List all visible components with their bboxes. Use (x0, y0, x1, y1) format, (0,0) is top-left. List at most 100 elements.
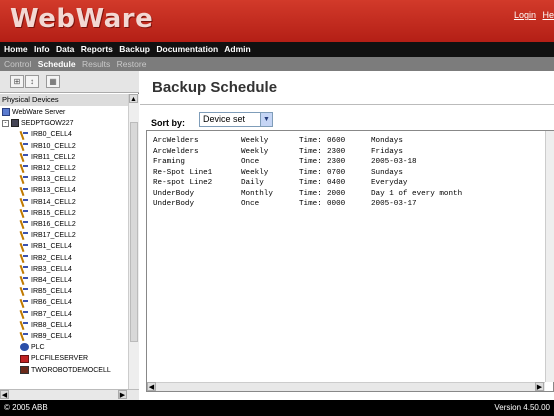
tree-toolbar: ⊞ ↕ ▦ (0, 71, 139, 93)
scroll-left-icon[interactable]: ◀ (0, 390, 9, 399)
schedule-cell-when: Everyday (371, 179, 408, 187)
sort-select[interactable]: Device set ▼ (199, 112, 273, 127)
robot-icon (20, 298, 29, 308)
tree-node-label: IRB17_CELL2 (31, 232, 76, 240)
collapse-icon[interactable]: ↕ (25, 75, 39, 88)
robot-icon (20, 331, 29, 341)
tree-node-robot[interactable]: IRB14_CELL2 (20, 197, 76, 208)
tree-node-robot[interactable]: IRB11_CELL2 (20, 152, 75, 163)
robot-icon (20, 309, 29, 319)
menu-home[interactable]: Home (4, 44, 28, 54)
tree-node-robot[interactable]: IRB4_CELL4 (20, 275, 72, 286)
grid-view-icon[interactable]: ▦ (46, 75, 60, 88)
schedule-cell-name: Re-Spot Line1 (153, 168, 213, 177)
app-header: WebWare Login Hel (0, 0, 554, 42)
tree-node-label: IRB10_CELL2 (31, 142, 76, 150)
tree-node-station[interactable]: - SEDPTGOW227 (2, 118, 74, 129)
menu-info[interactable]: Info (34, 44, 50, 54)
station-icon (11, 119, 19, 128)
robot-icon (20, 320, 29, 330)
schedule-row[interactable]: ArcWelders Weekly Time: 2300 Fridays (153, 147, 543, 157)
tree-node-label: IRB11_CELL2 (31, 153, 76, 161)
robot-icon (20, 219, 29, 229)
page-title: Backup Schedule (152, 79, 278, 96)
submenu-restore[interactable]: Restore (117, 59, 147, 69)
scroll-right-icon[interactable]: ▶ (118, 390, 127, 399)
tree-node-robot[interactable]: IRB9_CELL4 (20, 331, 72, 342)
tree-node-label: IRB7_CELL4 (31, 310, 72, 318)
tree-node-robot[interactable]: IRB7_CELL4 (20, 309, 72, 320)
help-link[interactable]: Hel (542, 10, 554, 20)
tree-node-robot[interactable]: IRB2_CELL4 (20, 253, 72, 264)
sort-select-value: Device set (203, 114, 246, 124)
schedule-cell-when: Mondays (371, 137, 403, 145)
menu-documentation[interactable]: Documentation (156, 44, 218, 54)
tree-node-democell[interactable]: TWOROBOTDEMOCELL (20, 365, 111, 376)
menu-reports[interactable]: Reports (81, 44, 113, 54)
chevron-down-icon[interactable]: ▼ (260, 113, 272, 126)
tree-node-robot[interactable]: IRB12_CELL2 (20, 163, 76, 174)
schedule-cell-time-label: Time: (299, 179, 322, 187)
fileserver-icon (20, 354, 29, 363)
scroll-right-icon[interactable]: ▶ (535, 382, 544, 391)
schedule-cell-name: UnderBody (153, 189, 195, 198)
tree-node-robot[interactable]: IRB6_CELL4 (20, 297, 72, 308)
schedule-cell-time-label: Time: (299, 147, 322, 156)
schedule-list[interactable]: ArcWelders Weekly Time: 0600 Mondays ArcWelde… (146, 130, 554, 392)
tree-node-robot[interactable]: IRB1_CELL4 (20, 241, 72, 252)
tree-vertical-scrollbar[interactable]: ▲ (128, 94, 139, 389)
schedule-cell-when: 2005-03-17 (371, 200, 417, 208)
robot-icon (20, 208, 29, 218)
schedule-row[interactable]: UnderBody Monthly Time: 2000 Day 1 of every … (153, 189, 543, 199)
expand-all-icon[interactable]: ⊞ (10, 75, 24, 88)
scroll-left-icon[interactable]: ◀ (147, 382, 156, 391)
tree-node-plc[interactable]: PLC (20, 342, 45, 353)
schedule-row[interactable]: ArcWelders Weekly Time: 0600 Mondays (153, 136, 543, 146)
tree-node-label: SEDPTGOW227 (21, 120, 74, 128)
tree-horizontal-scrollbar[interactable]: ◀ ▶ (0, 389, 139, 400)
cell-icon (20, 365, 29, 374)
schedule-row[interactable]: Framing Once Time: 2300 2005-03-18 (153, 157, 543, 167)
tree-node-fileserver[interactable]: PLCFILESERVER (20, 353, 88, 364)
tree-node-robot[interactable]: IRB15_CELL2 (20, 208, 76, 219)
version-text: Version 4.50.00 (494, 403, 550, 412)
tree-node-label: TWOROBOTDEMOCELL (31, 366, 111, 374)
tree-node-robot[interactable]: IRB17_CELL2 (20, 230, 76, 241)
menu-admin[interactable]: Admin (224, 44, 250, 54)
schedule-row[interactable]: Re-spot Line2 Daily Time: 0400 Everyday (153, 178, 543, 188)
list-horizontal-scrollbar[interactable]: ◀ ▶ (147, 382, 545, 391)
tree-node-robot[interactable]: IRB16_CELL2 (20, 219, 76, 230)
schedule-cell-time-label: Time: (299, 168, 322, 177)
tree-node-server[interactable]: WebWare Server (2, 107, 65, 118)
robot-icon (20, 264, 29, 274)
tree-node-robot[interactable]: IRB8_CELL4 (20, 320, 72, 331)
schedule-cell-when: Fridays (371, 147, 403, 156)
tree-node-robot[interactable]: IRB0_CELL4 (20, 129, 72, 140)
login-link[interactable]: Login (514, 10, 536, 20)
menu-data[interactable]: Data (56, 44, 74, 54)
schedule-row[interactable]: Re-Spot Line1 Weekly Time: 0700 Sundays (153, 168, 543, 178)
schedule-cell-freq: Weekly (241, 137, 269, 145)
schedule-cell-time-label: Time: (299, 158, 322, 166)
schedule-row[interactable]: UnderBody Once Time: 0000 2005-03-17 (153, 199, 543, 209)
schedule-cell-time: 0700 (327, 168, 346, 177)
submenu-results[interactable]: Results (82, 59, 110, 69)
submenu-schedule[interactable]: Schedule (38, 59, 76, 69)
robot-icon (20, 186, 29, 196)
top-links: Login Hel (510, 10, 554, 20)
tree-node-robot[interactable]: IRB13_CELL2 (20, 174, 76, 185)
collapse-icon[interactable]: - (2, 119, 9, 127)
schedule-cell-name: Framing (153, 158, 185, 166)
schedule-cell-time: 2000 (327, 189, 346, 198)
title-divider (140, 104, 554, 105)
tree-node-robot[interactable]: IRB3_CELL4 (20, 264, 72, 275)
tree-node-label: IRB15_CELL2 (31, 209, 76, 217)
tree-node-robot[interactable]: IRB10_CELL2 (20, 141, 76, 152)
menu-backup[interactable]: Backup (119, 44, 150, 54)
tree-node-robot[interactable]: IRB5_CELL4 (20, 286, 72, 297)
list-vertical-scrollbar[interactable] (545, 131, 554, 382)
tree-node-robot[interactable]: IRB13_CELL4 (20, 185, 76, 196)
scroll-thumb[interactable] (130, 122, 138, 342)
scroll-up-icon[interactable]: ▲ (129, 94, 138, 103)
submenu-control[interactable]: Control (4, 59, 31, 69)
